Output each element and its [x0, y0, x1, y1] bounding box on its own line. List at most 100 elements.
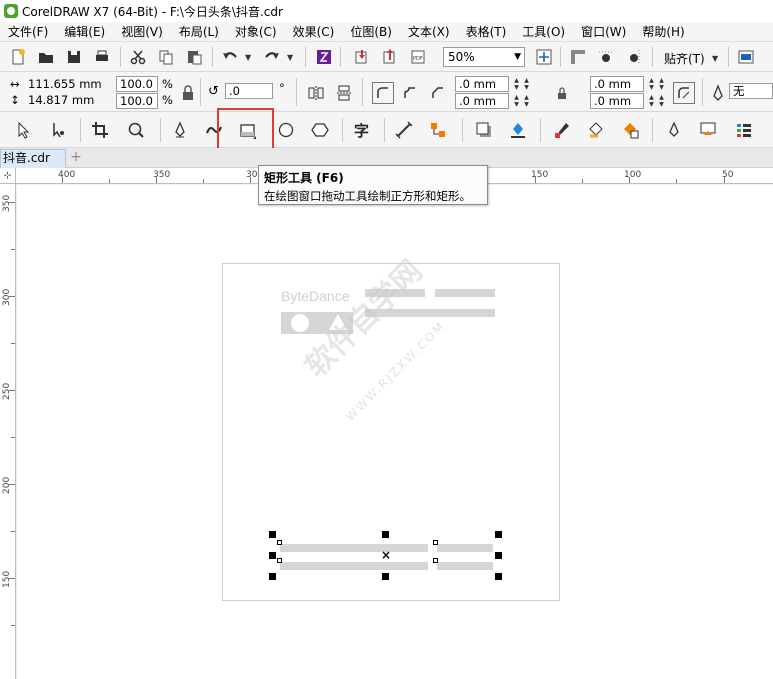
- selection-handle-top-center[interactable]: [382, 531, 389, 538]
- spin-bottom-icon[interactable]: ▲ ▼: [512, 94, 521, 108]
- round-corner-icon[interactable]: [372, 82, 394, 104]
- show-guidelines-icon[interactable]: [624, 47, 644, 67]
- smart-fill-tool-icon[interactable]: [620, 120, 640, 140]
- menu-text[interactable]: 文本(X): [408, 23, 450, 40]
- zoom-level-dropdown[interactable]: 50% ▼: [443, 47, 525, 67]
- transparency-tool-icon[interactable]: [508, 120, 528, 140]
- pick-tool-icon[interactable]: [14, 120, 34, 140]
- print-icon[interactable]: [92, 47, 112, 67]
- selection-handle-middle-left[interactable]: [269, 552, 276, 559]
- corner-radius-right-top-field[interactable]: .0 mm: [590, 76, 644, 92]
- selection-handle-top-left[interactable]: [269, 531, 276, 538]
- menu-object[interactable]: 对象(C): [235, 23, 277, 40]
- spin-bottom-b-icon[interactable]: ▲ ▼: [522, 94, 531, 108]
- node-handle[interactable]: [277, 540, 282, 545]
- connector-tool-icon[interactable]: [428, 120, 448, 140]
- selection-handle-bottom-center[interactable]: [382, 573, 389, 580]
- spin-right-bottom-b-icon[interactable]: ▲ ▼: [657, 94, 666, 108]
- selected-bar-left-top[interactable]: [280, 544, 428, 552]
- redo-dropdown-icon[interactable]: ▼: [287, 53, 293, 62]
- paste-icon[interactable]: [184, 47, 204, 67]
- menu-help[interactable]: 帮助(H): [642, 23, 684, 40]
- lock-ratio-icon[interactable]: [178, 83, 198, 103]
- menu-bitmaps[interactable]: 位图(B): [350, 23, 392, 40]
- selection-center-icon[interactable]: ×: [381, 548, 391, 562]
- node-handle[interactable]: [277, 558, 282, 563]
- corner-radius-top-field[interactable]: .0 mm: [455, 76, 509, 92]
- open-folder-icon[interactable]: [36, 47, 56, 67]
- export-icon[interactable]: [380, 47, 400, 67]
- shape-tool-icon[interactable]: [48, 120, 68, 140]
- chamfered-corner-icon[interactable]: [428, 83, 448, 103]
- outline-pen-tool-icon[interactable]: [664, 120, 684, 140]
- menu-window[interactable]: 窗口(W): [581, 23, 626, 40]
- menu-edit[interactable]: 编辑(E): [64, 23, 105, 40]
- vertical-ruler[interactable]: 350 300 250 200 150: [0, 184, 16, 679]
- relative-corner-scaling-icon[interactable]: [673, 82, 695, 104]
- undo-icon[interactable]: [220, 47, 240, 67]
- node-handle[interactable]: [433, 540, 438, 545]
- selection-handle-bottom-right[interactable]: [495, 573, 502, 580]
- import-icon[interactable]: [352, 47, 372, 67]
- zoom-tool-icon[interactable]: [126, 120, 146, 140]
- object-width-field[interactable]: 111.655 mm: [28, 77, 102, 91]
- ruler-origin-icon[interactable]: ⊹: [0, 168, 16, 184]
- polygon-tool-icon[interactable]: [310, 120, 330, 140]
- document-tab[interactable]: 抖音.cdr: [0, 149, 66, 168]
- selected-bar-right-bottom[interactable]: [437, 562, 493, 570]
- freehand-tool-icon[interactable]: [170, 120, 190, 140]
- drop-shadow-tool-icon[interactable]: [474, 120, 494, 140]
- menu-effects[interactable]: 效果(C): [293, 23, 335, 40]
- selected-bar-right-top[interactable]: [437, 544, 493, 552]
- node-handle[interactable]: [433, 558, 438, 563]
- scalloped-corner-icon[interactable]: [400, 83, 420, 103]
- object-height-field[interactable]: 14.817 mm: [28, 93, 94, 107]
- selection-handle-bottom-left[interactable]: [269, 573, 276, 580]
- full-screen-preview-icon[interactable]: [534, 47, 554, 67]
- scale-y-field[interactable]: 100.0: [116, 93, 158, 109]
- show-grid-icon[interactable]: [596, 47, 616, 67]
- undo-dropdown-icon[interactable]: ▼: [245, 53, 251, 62]
- parallel-dimension-tool-icon[interactable]: [394, 120, 414, 140]
- save-icon[interactable]: [64, 47, 84, 67]
- cut-icon[interactable]: [128, 47, 148, 67]
- spin-top-b-icon[interactable]: ▲ ▼: [522, 77, 531, 91]
- spin-right-top-icon[interactable]: ▲ ▼: [647, 77, 656, 91]
- interactive-fill-tool-icon[interactable]: [586, 120, 606, 140]
- scale-x-field[interactable]: 100.0: [116, 76, 158, 92]
- color-eyedropper-tool-icon[interactable]: [552, 120, 572, 140]
- spin-right-bottom-icon[interactable]: ▲ ▼: [647, 94, 656, 108]
- object-properties-icon[interactable]: [734, 120, 754, 140]
- selected-bar-left-bottom[interactable]: [280, 562, 428, 570]
- copy-icon[interactable]: [156, 47, 176, 67]
- text-tool-icon[interactable]: 字: [352, 120, 372, 140]
- publish-pdf-icon[interactable]: PDF: [408, 47, 428, 67]
- menu-tools[interactable]: 工具(O): [522, 23, 565, 40]
- outline-pen-icon[interactable]: [708, 83, 728, 103]
- welcome-screen-icon[interactable]: [736, 47, 756, 67]
- rotation-angle-field[interactable]: .0: [225, 83, 273, 99]
- spin-right-top-b-icon[interactable]: ▲ ▼: [657, 77, 666, 91]
- redo-icon[interactable]: [262, 47, 282, 67]
- ellipse-tool-icon[interactable]: [276, 120, 296, 140]
- corner-radius-right-bottom-field[interactable]: .0 mm: [590, 93, 644, 109]
- add-document-tab-icon[interactable]: +: [68, 150, 84, 166]
- new-document-icon[interactable]: [8, 47, 28, 67]
- mirror-vertical-icon[interactable]: [334, 83, 354, 103]
- menu-table[interactable]: 表格(T): [466, 23, 507, 40]
- drawing-canvas[interactable]: ByteDance 软件自学网 WWW.RJZXW.COM ×: [17, 185, 773, 679]
- wrap-text-dropdown[interactable]: 无: [729, 83, 773, 99]
- menu-file[interactable]: 文件(F): [8, 23, 48, 40]
- snap-dropdown-chevron-icon[interactable]: ▼: [712, 54, 718, 63]
- search-content-icon[interactable]: [314, 47, 334, 67]
- corner-radius-bottom-field[interactable]: .0 mm: [455, 93, 509, 109]
- selection-handle-top-right[interactable]: [495, 531, 502, 538]
- selection-handle-middle-right[interactable]: [495, 552, 502, 559]
- menu-view[interactable]: 视图(V): [121, 23, 163, 40]
- corner-lock-icon[interactable]: [552, 83, 572, 103]
- spin-top-icon[interactable]: ▲ ▼: [512, 77, 521, 91]
- mirror-horizontal-icon[interactable]: [306, 83, 326, 103]
- menu-layout[interactable]: 布局(L): [179, 23, 219, 40]
- snap-to-dropdown[interactable]: 贴齐(T): [664, 50, 705, 67]
- show-rulers-icon[interactable]: [568, 47, 588, 67]
